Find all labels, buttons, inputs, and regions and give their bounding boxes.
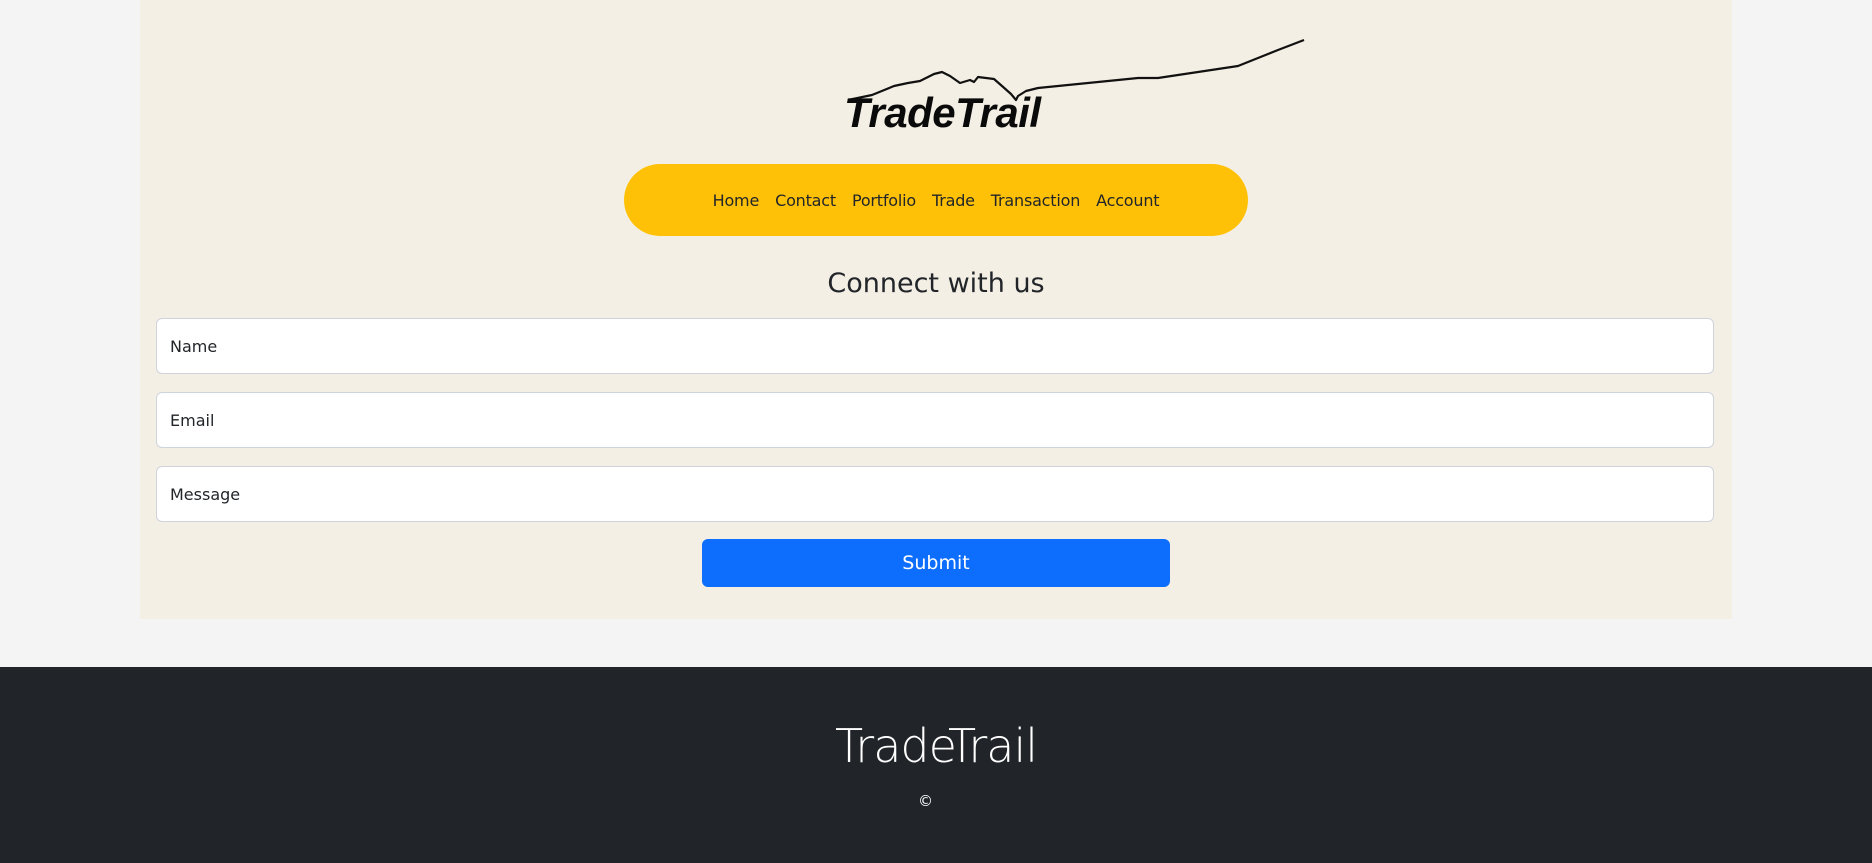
- email-input[interactable]: [170, 410, 1700, 430]
- footer: TradeTrail ©: [0, 667, 1872, 863]
- nav-account[interactable]: Account: [1096, 191, 1159, 210]
- nav-contact[interactable]: Contact: [775, 191, 836, 210]
- footer-brand: TradeTrail: [834, 719, 1038, 773]
- nav-home[interactable]: Home: [713, 191, 760, 210]
- logo[interactable]: TradeTrail: [698, 38, 1308, 138]
- contact-title: Connect with us: [827, 268, 1045, 299]
- message-input[interactable]: [170, 484, 1700, 504]
- main-container: TradeTrail Home Contact Portfolio Trade …: [140, 0, 1732, 619]
- nav-portfolio[interactable]: Portfolio: [852, 191, 916, 210]
- name-field-wrapper: [156, 318, 1714, 374]
- nav-transaction[interactable]: Transaction: [991, 191, 1081, 210]
- name-input[interactable]: [170, 336, 1700, 356]
- footer-copyright: ©: [918, 792, 933, 810]
- nav-trade[interactable]: Trade: [932, 191, 975, 210]
- logo-text: TradeTrail: [844, 89, 1041, 136]
- email-field-wrapper: [156, 392, 1714, 448]
- message-field-wrapper: [156, 466, 1714, 522]
- main-navbar: Home Contact Portfolio Trade Transaction…: [624, 164, 1248, 236]
- submit-button[interactable]: Submit: [702, 539, 1170, 587]
